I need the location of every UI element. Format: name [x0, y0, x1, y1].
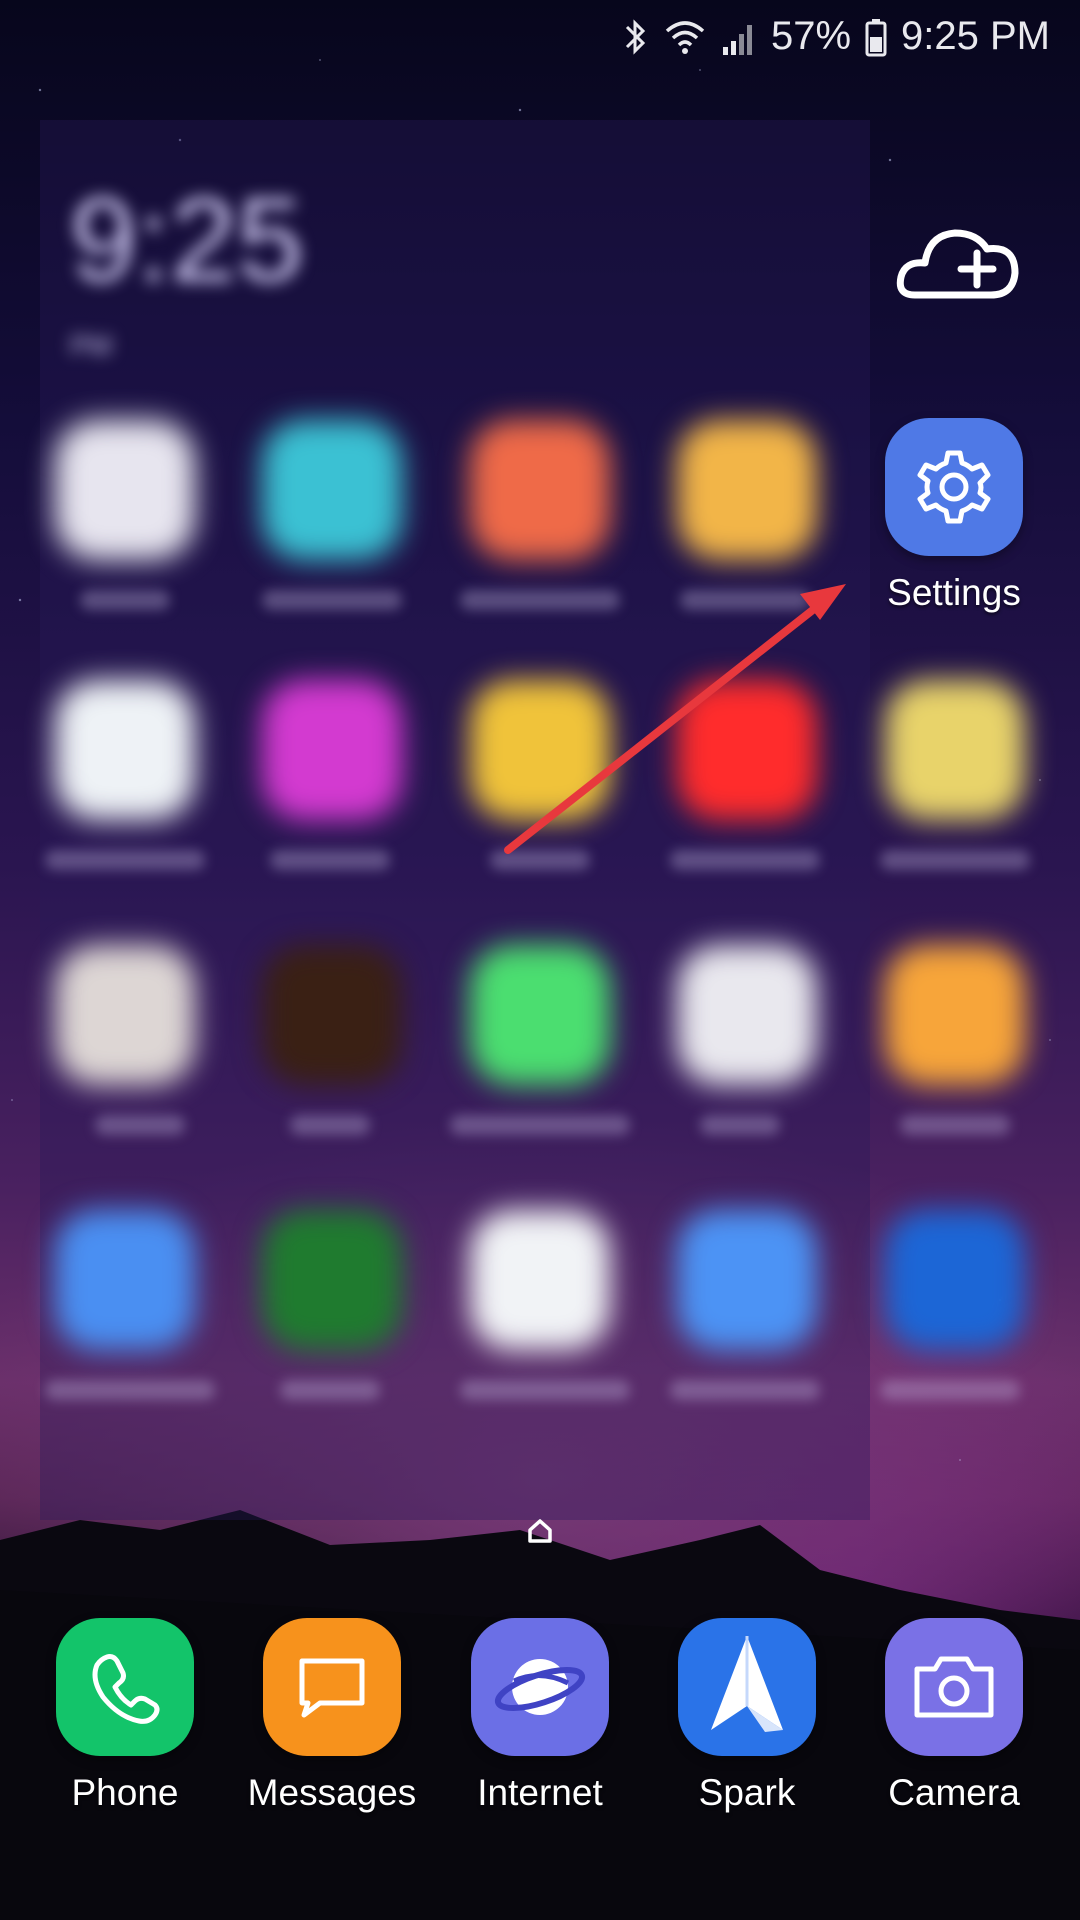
home-page-indicator-icon[interactable]	[526, 1516, 554, 1544]
blurred-app-label	[460, 590, 620, 610]
blurred-app-icon	[885, 680, 1025, 820]
blurred-app-label	[280, 1380, 380, 1400]
dock-label: Camera	[888, 1772, 1020, 1813]
planet-icon	[494, 1659, 586, 1715]
clock-time: 9:25 PM	[901, 14, 1050, 58]
blurred-app-icon	[470, 680, 610, 820]
blurred-app-icon	[55, 1210, 195, 1350]
blurred-app-label	[880, 1380, 1020, 1400]
blurred-app-label	[670, 1380, 820, 1400]
message-icon	[299, 1658, 365, 1718]
blurred-app-icon	[885, 1210, 1025, 1350]
blurred-clock-time: 9:25	[70, 173, 304, 307]
blurred-app-label	[680, 590, 810, 610]
paper-plane-icon	[711, 1636, 783, 1732]
blurred-app-icon	[885, 945, 1025, 1085]
blurred-app-icon	[262, 420, 402, 560]
blurred-app-icon	[262, 1210, 402, 1350]
blurred-app-label	[490, 850, 590, 870]
wifi-icon	[663, 17, 707, 57]
blurred-app-icon	[55, 945, 195, 1085]
camera-icon	[914, 1656, 994, 1718]
dock-app-internet[interactable]: Internet	[450, 1618, 630, 1814]
dock-app-spark[interactable]: Spark	[657, 1618, 837, 1814]
blurred-app-label	[670, 850, 820, 870]
dock-app-phone[interactable]: Phone	[35, 1618, 215, 1814]
dock: Phone Messages Internet Spark Camera	[0, 1618, 1080, 1818]
cell-signal-icon	[721, 17, 757, 57]
blurred-app-icon	[470, 420, 610, 560]
blurred-app-icon	[470, 1210, 610, 1350]
blurred-app-icon	[55, 680, 195, 820]
settings-label: Settings	[887, 572, 1021, 613]
blurred-app-label	[262, 590, 402, 610]
blurred-app-label	[460, 1380, 630, 1400]
blurred-app-label	[270, 850, 390, 870]
messages-tile[interactable]	[263, 1618, 401, 1756]
status-bar: 57% 9:25 PM	[0, 0, 1080, 76]
blurred-app-label	[95, 1115, 185, 1135]
blurred-app-icon	[677, 1210, 817, 1350]
blurred-app-icon	[262, 945, 402, 1085]
blurred-app-icon	[677, 945, 817, 1085]
blurred-app-label	[45, 850, 205, 870]
blurred-app-label	[80, 590, 170, 610]
blurred-app-icon	[470, 945, 610, 1085]
dock-app-camera[interactable]: Camera	[864, 1618, 1044, 1814]
dock-label: Spark	[698, 1772, 796, 1813]
blurred-app-icon	[677, 420, 817, 560]
phone-tile[interactable]	[56, 1618, 194, 1756]
battery-percent: 57%	[770, 14, 852, 58]
blurred-clock-widget: 9:25 PM	[70, 180, 304, 362]
dock-label: Phone	[71, 1772, 179, 1813]
cloud-plus-icon[interactable]	[895, 215, 1020, 305]
settings-app[interactable]: Settings	[864, 418, 1044, 614]
battery-icon	[865, 17, 887, 57]
spark-tile[interactable]	[678, 1618, 816, 1756]
blurred-app-label	[880, 850, 1030, 870]
blurred-app-icon	[677, 680, 817, 820]
camera-tile[interactable]	[885, 1618, 1023, 1756]
blurred-app-label	[45, 1380, 215, 1400]
blurred-app-icon	[55, 420, 195, 560]
blurred-app-label	[900, 1115, 1010, 1135]
dock-label: Internet	[477, 1772, 603, 1813]
bluetooth-icon	[621, 17, 649, 57]
blurred-app-label	[700, 1115, 780, 1135]
blurred-app-label	[450, 1115, 630, 1135]
blurred-clock-suffix: PM	[70, 330, 112, 361]
settings-tile[interactable]	[885, 418, 1023, 556]
blurred-app-icon	[262, 680, 402, 820]
dock-app-messages[interactable]: Messages	[242, 1618, 422, 1814]
gear-icon	[917, 450, 991, 524]
dock-label: Messages	[247, 1772, 417, 1813]
blurred-app-label	[290, 1115, 370, 1135]
internet-tile[interactable]	[471, 1618, 609, 1756]
phone-icon	[92, 1654, 160, 1724]
